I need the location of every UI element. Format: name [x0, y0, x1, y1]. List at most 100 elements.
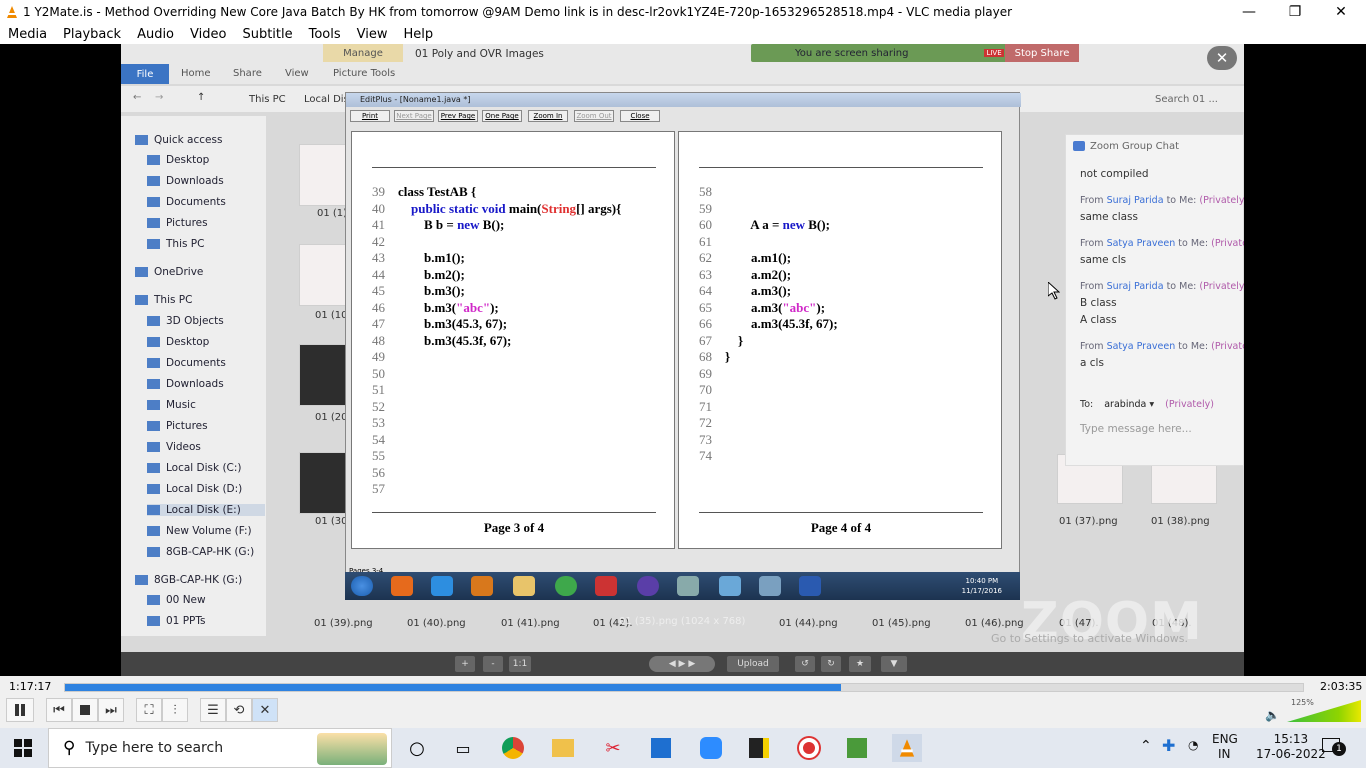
notes-taskbar-button[interactable]: [744, 734, 774, 762]
menu-playback[interactable]: Playback: [55, 27, 129, 42]
line-number: 44: [372, 266, 385, 282]
code-text: A a = new B();: [725, 217, 830, 232]
taskbar-search[interactable]: ⚲ Type here to search: [48, 728, 392, 768]
code-text: a.m1();: [725, 250, 792, 265]
from-prefix: From: [1080, 195, 1104, 206]
explorer-tab-home: Home: [181, 68, 211, 79]
network-plus-icon[interactable]: ✚: [1162, 736, 1175, 755]
elapsed-time[interactable]: 1:17:17: [9, 680, 51, 693]
to-label: To:: [1080, 399, 1094, 410]
search-icon: ⚲: [63, 738, 76, 758]
lang-primary: ENG: [1212, 732, 1238, 746]
line-number: 43: [372, 250, 385, 265]
language-indicator[interactable]: ENG IN: [1212, 732, 1238, 762]
nav-item-label: Local Disk (D:): [166, 483, 243, 495]
snipping-taskbar-button[interactable]: ✂: [598, 734, 628, 762]
menu-audio[interactable]: Audio: [129, 27, 182, 42]
sender-name: Suraj Parida: [1106, 195, 1164, 206]
cortana-button[interactable]: ○: [402, 734, 432, 762]
recorder-taskbar-button[interactable]: [794, 734, 824, 762]
line-number: 65: [699, 299, 712, 315]
nav-item-icon: [147, 379, 160, 389]
line-number: 61: [699, 233, 712, 249]
editor-taskbar-button[interactable]: [842, 734, 872, 762]
store-taskbar-button[interactable]: [646, 734, 676, 762]
seek-bar[interactable]: [64, 683, 1304, 692]
chrome-taskbar-button[interactable]: [498, 734, 528, 762]
code-line: 73: [699, 432, 838, 449]
code-line: 49: [372, 349, 621, 366]
nav-item: Local Disk (E:): [147, 504, 265, 516]
shuffle-button[interactable]: ✕: [252, 698, 278, 722]
code-text: a.m3(45.3f, 67);: [725, 316, 838, 331]
menu-help[interactable]: Help: [396, 27, 442, 42]
menu-subtitle[interactable]: Subtitle: [234, 27, 300, 42]
volume-control[interactable]: 🔈 125%: [1265, 698, 1361, 722]
total-time[interactable]: 2:03:35: [1320, 680, 1362, 693]
line-number: 55: [372, 448, 385, 463]
explorer-folder-title: 01 Poly and OVR Images: [415, 48, 544, 60]
code-text: }: [725, 349, 731, 364]
from-prefix: From: [1080, 281, 1104, 292]
code-line: 74: [699, 448, 838, 465]
explorer-taskbar-button[interactable]: [548, 734, 578, 762]
code-text: b.m3();: [398, 283, 465, 298]
zoom-taskbar-button[interactable]: [696, 734, 726, 762]
previous-button[interactable]: ⏮: [46, 698, 72, 722]
close-button[interactable]: ✕: [1318, 0, 1364, 24]
nav-item-icon: [147, 239, 160, 249]
minimize-button[interactable]: —: [1226, 0, 1272, 24]
forward-arrow-icon: →: [155, 92, 164, 103]
chevron-up-icon[interactable]: ⌃: [1140, 738, 1152, 754]
lang-secondary: IN: [1218, 747, 1231, 761]
wifi-icon[interactable]: ◔: [1188, 738, 1198, 752]
line-number: 52: [372, 398, 385, 414]
menu-media[interactable]: Media: [0, 27, 55, 42]
line-number: 45: [372, 283, 385, 298]
notifications-button[interactable]: 1: [1322, 734, 1346, 758]
pause-icon: [15, 704, 25, 716]
nav-item-icon: [147, 337, 160, 347]
clock[interactable]: 15:13 17-06-2022: [1256, 732, 1326, 762]
from-prefix: From: [1080, 238, 1104, 249]
zoom-out-button: Zoom Out: [574, 110, 614, 122]
chevron-down-icon: ▾: [1149, 399, 1155, 410]
file-label: 01 (41).png: [501, 618, 560, 629]
video-area[interactable]: File Home Share View Picture Tools Manag…: [0, 44, 1366, 676]
up-arrow-icon: ↑: [197, 92, 206, 103]
chat-message: a cls: [1080, 357, 1104, 369]
code-text: b.m3(45.3, 67);: [398, 316, 508, 331]
menu-tools[interactable]: Tools: [301, 27, 349, 42]
next-button[interactable]: ⏭: [98, 698, 124, 722]
zoom-share-bar: You are screen sharing LIVE Stop Share: [751, 44, 1079, 62]
windows-taskbar: ⚲ Type here to search ○ ▭ ✂ ⌃ ✚ ◔ ENG IN…: [0, 728, 1366, 768]
code-line: 54: [372, 432, 621, 449]
playlist-button[interactable]: ☰: [200, 698, 226, 722]
vlc-taskbar-button[interactable]: [892, 734, 922, 762]
fullscreen-button[interactable]: ⛶: [136, 698, 162, 722]
code-line: 66 a.m3(45.3f, 67);: [699, 316, 838, 333]
zoom-minus-icon: -: [483, 656, 503, 672]
menu-view[interactable]: View: [349, 27, 396, 42]
stop-button[interactable]: [72, 698, 98, 722]
nav-item-label: Documents: [166, 357, 226, 369]
nav-item: 8GB-CAP-HK (G:): [135, 574, 242, 586]
menu-video[interactable]: Video: [182, 27, 234, 42]
task-view-icon: ▭: [455, 738, 471, 758]
nav-item-icon: [135, 575, 148, 585]
line-number: 41: [372, 217, 385, 232]
windows-start-button[interactable]: [8, 734, 38, 762]
pause-button[interactable]: [6, 698, 34, 722]
print-page-left: 39 class TestAB {40 public static void ma…: [351, 131, 675, 549]
nav-item-label: Local Disk (E:): [166, 504, 241, 516]
volume-label: 125%: [1291, 698, 1314, 707]
task-view-button[interactable]: ▭: [448, 734, 478, 762]
nav-item: Pictures: [147, 217, 208, 229]
line-number: 49: [372, 349, 385, 364]
maximize-button[interactable]: ❐: [1272, 0, 1318, 24]
picture-viewer-icon: [759, 576, 781, 596]
extended-settings-button[interactable]: ⫶: [162, 698, 188, 722]
line-number: 46: [372, 299, 385, 315]
loop-button[interactable]: ⟲: [226, 698, 252, 722]
line-number: 70: [699, 382, 712, 397]
